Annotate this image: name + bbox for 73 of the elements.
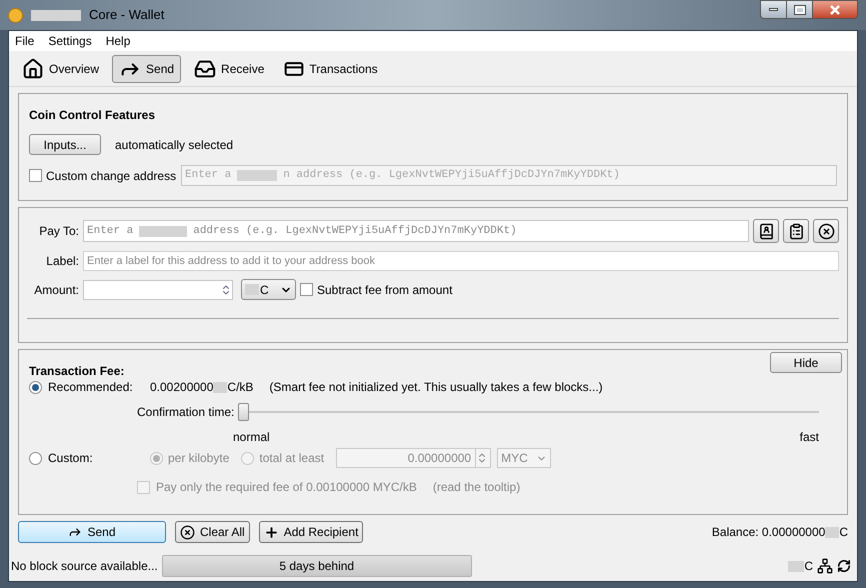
sync-icon	[837, 559, 851, 573]
close-icon	[829, 4, 841, 14]
field-label: Pay To:	[38, 223, 79, 240]
close-icon	[818, 222, 834, 240]
field-label: Label:	[45, 253, 79, 270]
blurred-text	[245, 284, 259, 295]
blurred-text	[31, 10, 81, 20]
checkbox-label: Custom change address	[46, 168, 177, 184]
field-label: Amount:	[33, 282, 79, 298]
maximize-button[interactable]	[787, 0, 813, 19]
spin-arrows-icon	[220, 284, 232, 296]
balance-text: Balance: 0.00000000 C	[712, 524, 848, 541]
add-recipient-button[interactable]: Add Recipient	[258, 521, 364, 543]
close-icon	[180, 524, 195, 540]
plus-icon	[264, 524, 279, 540]
blurred-text	[825, 526, 840, 538]
window-title: Core - Wallet	[89, 6, 164, 24]
network-icon	[817, 558, 833, 574]
menu-item[interactable]: Help	[106, 32, 130, 50]
section-title: Transaction Fee:	[29, 363, 124, 380]
paste-button[interactable]	[783, 219, 809, 243]
status-message: No block source available...	[11, 558, 158, 575]
remove-button[interactable]	[813, 219, 839, 243]
send-button[interactable]: Send	[18, 521, 166, 543]
checkbox-label: Pay only the required fee of 0.00100000 MYC/kB	[156, 479, 417, 496]
amount-spinbox[interactable]	[83, 280, 233, 300]
blurred-text	[139, 226, 188, 236]
blurred-text	[237, 170, 278, 181]
radio-button[interactable]	[150, 452, 163, 464]
toolbar-tab[interactable]: Receive	[187, 54, 272, 82]
radio-label: per kilobyte	[168, 450, 230, 467]
inputs-button[interactable]: Inputs...	[29, 134, 101, 155]
confirmation-slider[interactable]	[238, 402, 819, 422]
slider-label: Confirmation time:	[137, 404, 234, 421]
radio-label: Recommended:	[48, 379, 134, 396]
close-button[interactable]	[813, 0, 858, 19]
house-icon	[22, 58, 44, 80]
progress-text: 5 days behind	[278, 558, 356, 575]
address-book-icon	[758, 222, 774, 240]
clipboard-icon	[788, 222, 804, 240]
hide-button[interactable]: Hide	[770, 352, 842, 373]
fee-value: 0.00200000 C/kB	[150, 379, 254, 396]
hint-text: (read the tooltip)	[432, 479, 520, 496]
clear-all-button[interactable]: Clear All	[175, 521, 250, 543]
menu-item[interactable]: Settings	[48, 32, 92, 50]
slider-max-label: fast	[800, 429, 819, 446]
slider-min-label: normal	[233, 429, 270, 446]
menu-item[interactable]: File	[15, 32, 34, 50]
app-icon	[8, 8, 23, 22]
fee-note: (Smart fee not initialized yet. This usually takes a few blocks...)	[269, 379, 603, 396]
radio-button[interactable]	[241, 452, 254, 464]
label-field[interactable]: Enter a label for this address to add it to your address book	[83, 251, 839, 271]
blurred-text	[788, 560, 804, 572]
toolbar-tab[interactable]: Overview	[15, 54, 106, 82]
address-book-button[interactable]	[753, 219, 779, 243]
radio-label: total at least	[259, 450, 324, 467]
selection-text: automatically selected	[115, 136, 234, 154]
minimize-button[interactable]	[760, 0, 787, 19]
section-title: Coin Control Features	[29, 107, 156, 124]
inbox-icon	[194, 58, 216, 80]
radio-label: Custom:	[48, 450, 94, 467]
toolbar-tab[interactable]: Transactions	[277, 54, 385, 82]
slider-handle[interactable]	[238, 403, 250, 421]
unit-dropdown[interactable]: C	[241, 279, 296, 300]
toolbar-tab[interactable]: Send	[112, 54, 182, 82]
checkbox[interactable]	[137, 480, 150, 494]
checkbox-label: Subtract fee from amount	[317, 282, 452, 298]
radio-button[interactable]	[29, 380, 42, 394]
radio-button[interactable]	[29, 452, 42, 464]
blurred-text	[213, 382, 228, 392]
checkbox[interactable]	[300, 283, 313, 296]
checkbox[interactable]	[29, 169, 42, 182]
unit-label: C	[788, 557, 813, 575]
